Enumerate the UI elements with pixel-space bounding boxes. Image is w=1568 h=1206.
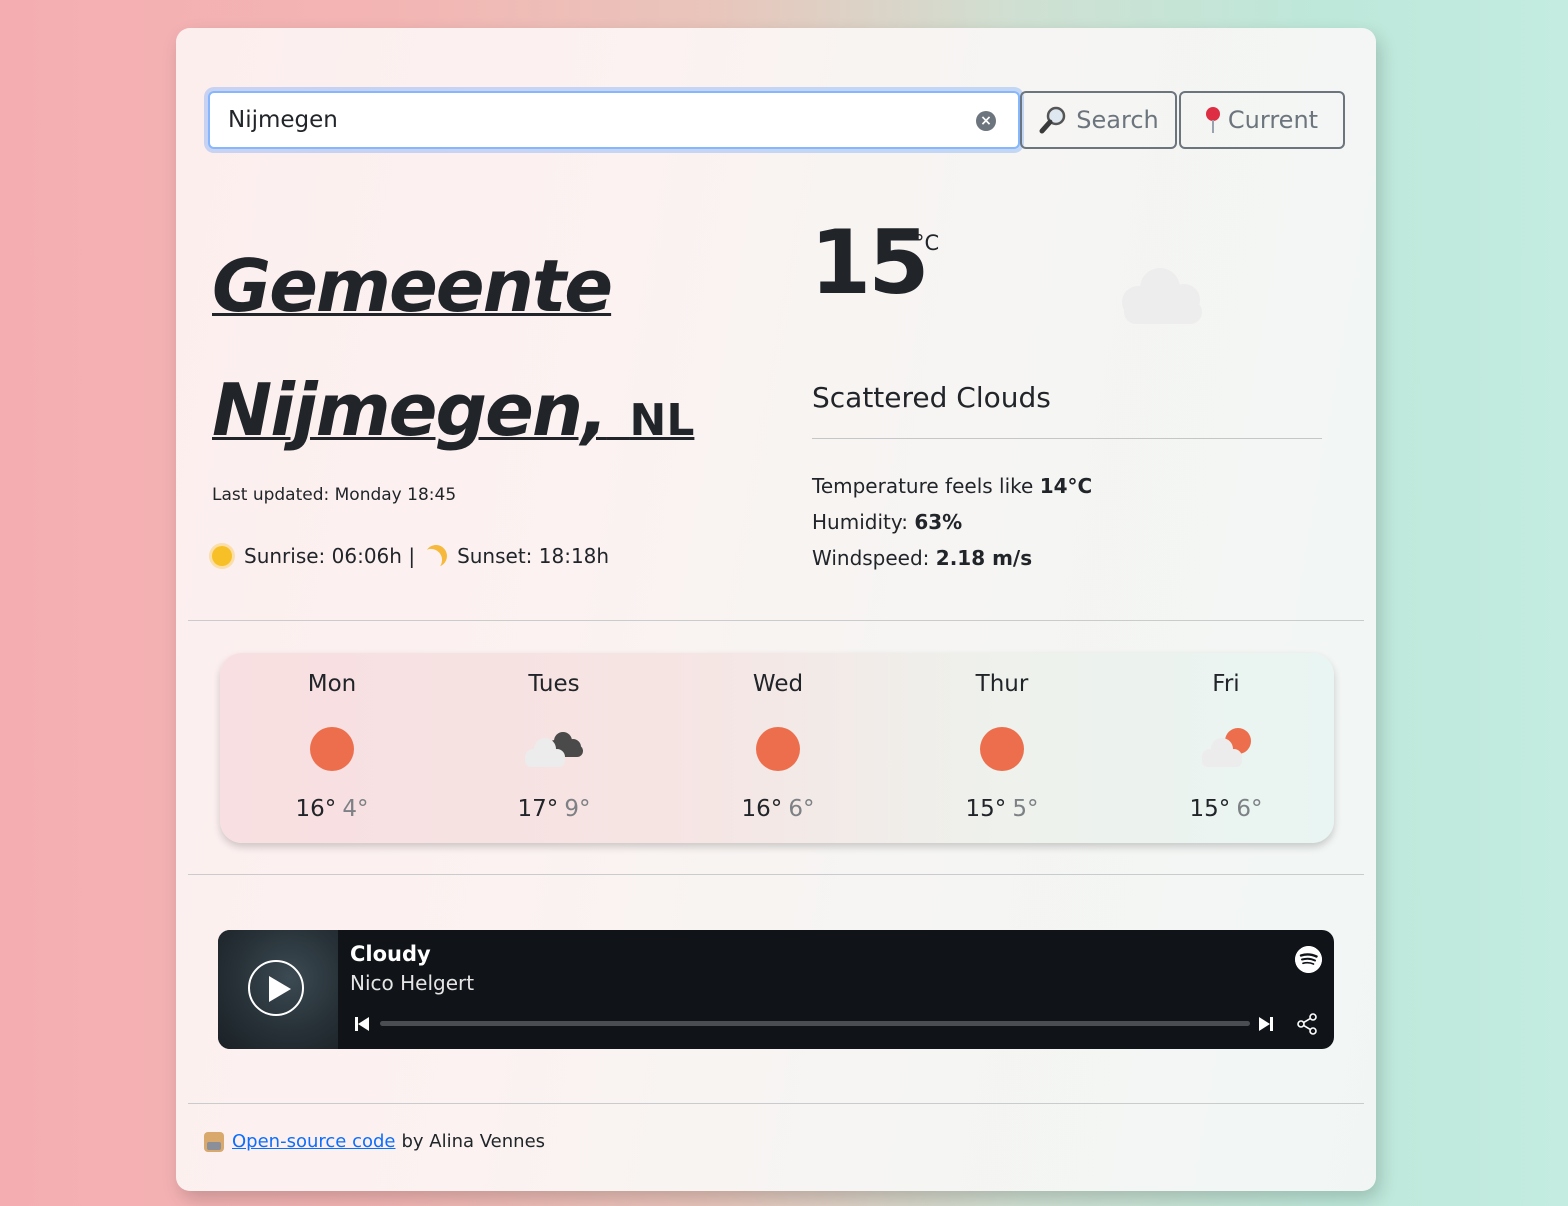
windspeed-value: 2.18 m/s	[935, 546, 1033, 570]
forecast-low: 9°	[564, 796, 591, 822]
search-button[interactable]: Search	[1020, 91, 1177, 149]
next-track-icon[interactable]	[1258, 1016, 1274, 1032]
divider	[812, 438, 1322, 439]
forecast-day: Thur 15° 5°	[890, 653, 1114, 843]
humidity-label: Humidity:	[812, 510, 908, 534]
forecast-day: Fri 15° 6°	[1114, 653, 1338, 843]
open-source-link[interactable]: Open-source code	[232, 1131, 395, 1152]
weather-card: × Search Current Gemeente Nijmegen, NL L…	[176, 28, 1376, 1191]
spotify-player: Cloudy Nico Helgert	[218, 930, 1334, 1049]
footer-author: by Alina Vennes	[401, 1131, 546, 1152]
sunset-text: Sunset: 18:18h	[457, 544, 610, 568]
city-search-input[interactable]	[208, 91, 1020, 149]
forecast-high: 17°	[517, 796, 559, 822]
current-button-label: Current	[1227, 106, 1319, 134]
forecast-day-name: Thur	[975, 671, 1029, 697]
play-button[interactable]	[248, 960, 304, 1016]
forecast-low: 6°	[788, 796, 815, 822]
track-artist[interactable]: Nico Helgert	[350, 971, 474, 995]
forecast-day-name: Mon	[307, 671, 357, 697]
forecast-high: 15°	[1189, 796, 1231, 822]
current-temperature: 15	[810, 211, 929, 314]
broken-clouds-icon	[525, 732, 583, 767]
forecast-low: 4°	[342, 796, 369, 822]
footer: Open-source code by Alina Vennes	[204, 1131, 545, 1152]
sun-icon	[756, 727, 800, 771]
section-divider	[188, 874, 1364, 875]
weather-details: Temperature feels like 14°C Humidity: 63…	[812, 468, 1092, 576]
sun-times: Sunrise: 06:06h | Sunset: 18:18h	[212, 544, 609, 568]
pin-icon	[1205, 107, 1220, 133]
sun-icon	[980, 727, 1024, 771]
forecast-day: Mon 16° 4°	[220, 653, 444, 843]
sunrise-text: Sunrise: 06:06h |	[244, 544, 416, 568]
weather-description: Scattered Clouds	[812, 381, 1051, 414]
magnifier-icon	[1039, 106, 1066, 134]
humidity-row: Humidity: 63%	[812, 504, 1092, 540]
forecast-low: 6°	[1236, 796, 1263, 822]
forecast-high: 16°	[295, 796, 337, 822]
current-location-button[interactable]: Current	[1179, 91, 1345, 149]
feels-like-row: Temperature feels like 14°C	[812, 468, 1092, 504]
forecast-panel: Mon 16° 4° Tues 17° 9° Wed 16° 6° Thur 1…	[220, 653, 1334, 843]
country-code: NL	[629, 395, 695, 446]
share-icon[interactable]	[1295, 1012, 1319, 1036]
progress-bar[interactable]	[380, 1021, 1250, 1026]
forecast-high: 15°	[965, 796, 1007, 822]
forecast-day: Tues 17° 9°	[442, 653, 666, 843]
section-divider	[188, 620, 1364, 621]
forecast-day-name: Tues	[528, 671, 580, 697]
forecast-high: 16°	[741, 796, 783, 822]
forecast-day: Wed 16° 6°	[666, 653, 890, 843]
sun-icon	[212, 546, 232, 566]
forecast-day-name: Fri	[1212, 671, 1240, 697]
spotify-logo-icon[interactable]	[1295, 946, 1322, 973]
forecast-low: 5°	[1012, 796, 1039, 822]
moon-icon	[422, 542, 450, 570]
windspeed-label: Windspeed:	[812, 546, 930, 570]
sun-icon	[310, 727, 354, 771]
forecast-day-name: Wed	[752, 671, 804, 697]
search-button-label: Search	[1076, 106, 1159, 134]
section-divider	[188, 1103, 1364, 1104]
technologist-icon	[204, 1131, 224, 1152]
cloud-icon	[1122, 268, 1202, 324]
feels-like-label: Temperature feels like	[812, 474, 1034, 498]
track-title: Cloudy	[350, 942, 431, 966]
previous-track-icon[interactable]	[354, 1016, 370, 1032]
city-label: Gemeente Nijmegen,	[212, 244, 613, 452]
windspeed-row: Windspeed: 2.18 m/s	[812, 540, 1092, 576]
clear-input-icon[interactable]: ×	[976, 111, 996, 131]
temperature-unit: °C	[914, 231, 940, 255]
sun-behind-cloud-icon	[1202, 728, 1251, 767]
city-name[interactable]: Gemeente Nijmegen, NL	[212, 224, 772, 483]
last-updated: Last updated: Monday 18:45	[212, 485, 457, 505]
humidity-value: 63%	[914, 510, 963, 534]
feels-like-value: 14°C	[1039, 474, 1093, 498]
